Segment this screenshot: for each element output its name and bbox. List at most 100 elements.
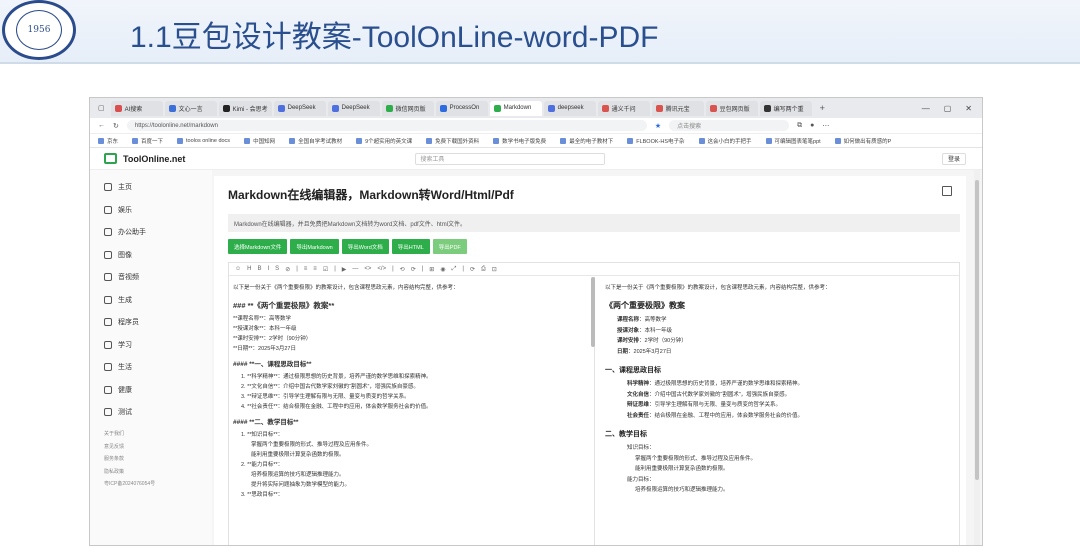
browser-tab[interactable]: AI搜索 — [110, 100, 163, 116]
export-button[interactable]: 导出PDF — [432, 239, 467, 254]
bookmark-item[interactable]: 最全的电子教材下 — [560, 137, 613, 145]
toolbar-button[interactable]: ⊡ — [492, 266, 497, 273]
maximize-icon[interactable]: ▢ — [944, 104, 952, 113]
export-button[interactable]: 选择Markdown文件 — [228, 239, 288, 254]
preview-line: 培养极限运算的技巧和逻辑推理能力。 — [635, 487, 729, 493]
toolbar-button[interactable]: <> — [364, 266, 371, 272]
browser-tab[interactable]: 文心一言 — [164, 100, 217, 116]
export-button[interactable]: 导出HTML — [391, 239, 430, 254]
back-icon[interactable]: ← — [98, 122, 105, 129]
toolbar-button[interactable]: ⊘ — [285, 266, 290, 273]
export-button[interactable]: 导出Word文档 — [341, 239, 389, 254]
toolbar-button[interactable]: ⟲ — [400, 266, 405, 273]
toolbar-button[interactable]: | — [422, 266, 424, 272]
share-icon[interactable] — [942, 186, 952, 196]
browser-search-input[interactable]: 点击搜索 — [669, 120, 790, 131]
sidebar-item[interactable]: 程序员 — [90, 311, 212, 334]
source-scrollbar[interactable] — [591, 277, 595, 347]
sidebar-item[interactable]: 音视频 — [90, 266, 212, 289]
toolbar-button[interactable]: ☑ — [323, 266, 328, 273]
refresh-icon[interactable]: ↻ — [113, 122, 119, 130]
source-line: 能利用重要极限计算复杂函数的极限。 — [251, 452, 345, 458]
toolbar-button[interactable]: ⎙ — [481, 266, 486, 273]
browser-tab[interactable]: Kimi - 会思考 — [218, 100, 272, 116]
toolbar-button[interactable]: S — [275, 266, 279, 272]
browser-tab[interactable]: Markdown — [489, 100, 542, 116]
site-name[interactable]: ToolOnline.net — [123, 154, 185, 164]
toolbar-button[interactable]: | — [392, 266, 394, 272]
minimize-icon[interactable]: — — [922, 104, 930, 113]
toolbar-button[interactable]: — — [352, 266, 358, 272]
browser-tab[interactable]: DeepSeek — [273, 100, 326, 116]
bookmark-item[interactable]: toolos online docs — [177, 137, 230, 144]
bookmark-item[interactable]: 中国知网 — [244, 137, 275, 145]
preview-key: 课时安排 — [617, 338, 640, 344]
toolbar-button[interactable]: B — [257, 266, 261, 272]
source-line: 1. **知识目标**： — [241, 432, 284, 438]
bookmark-item[interactable]: 京东 — [98, 137, 118, 145]
browser-tab[interactable]: deepseek — [543, 100, 596, 116]
footer-link[interactable]: 隐私政策 — [90, 465, 212, 478]
bookmark-item[interactable]: 免费下载国外资料 — [426, 137, 479, 145]
toolbar-button[interactable]: ⟳ — [470, 266, 475, 273]
toolbar-button[interactable]: ≡ — [313, 266, 317, 272]
window-menu-icon[interactable]: ▢ — [94, 104, 109, 112]
toolbar-button[interactable]: ◉ — [440, 266, 445, 273]
toolbar-button[interactable]: | — [296, 266, 298, 272]
toolbar-button[interactable]: ⟳ — [411, 266, 416, 273]
page-scrollbar[interactable] — [974, 170, 980, 545]
browser-tab[interactable]: 编写两个重 — [759, 100, 812, 116]
browser-tab[interactable]: 微信网页版 — [381, 100, 434, 116]
browser-tab[interactable]: 通义千问 — [597, 100, 650, 116]
sidebar-item[interactable]: 学习 — [90, 334, 212, 357]
sidebar-item[interactable]: 办公助手 — [90, 221, 212, 244]
sidebar-item[interactable]: 生成 — [90, 289, 212, 312]
toolbar-button[interactable]: | — [462, 266, 464, 272]
toolbar-button[interactable]: ⊞ — [429, 266, 434, 273]
bookmark-item[interactable]: 全国自学考试教材 — [289, 137, 342, 145]
bookmark-item[interactable]: 数学书电子版免费 — [493, 137, 546, 145]
more-menu-icon[interactable]: ⋯ — [822, 122, 829, 130]
url-field[interactable]: https://toolonline.net/markdown — [126, 120, 647, 131]
bookmark-item[interactable]: 可编辑图表笔笔ppt — [765, 137, 821, 145]
toolbar-button[interactable]: ≡ — [304, 266, 308, 272]
new-tab-button[interactable]: + — [814, 103, 831, 113]
bookmark-item[interactable]: 这会小白的手把手 — [698, 137, 752, 145]
bookmark-item[interactable]: 如何做出有质感的P — [834, 137, 891, 145]
browser-tab[interactable]: 豆包网页版 — [705, 100, 758, 116]
sidebar-item[interactable]: 测试 — [90, 401, 212, 424]
favorite-star-icon[interactable]: ★ — [655, 122, 661, 130]
close-icon[interactable]: ✕ — [965, 104, 972, 113]
browser-tab[interactable]: DeepSeek — [327, 100, 380, 116]
browser-tab[interactable]: 腾讯元宝 — [651, 100, 704, 116]
extensions-icon[interactable]: ⧉ — [797, 122, 802, 130]
bookmark-item[interactable]: FLBOOK-HS电子杂 — [627, 137, 685, 145]
sidebar-item[interactable]: 健康 — [90, 379, 212, 402]
toolbar-button[interactable]: I — [268, 266, 270, 272]
site-search-input[interactable]: 搜索工具 — [415, 152, 606, 165]
toolbar-button[interactable]: | — [334, 266, 336, 272]
footer-link[interactable]: 粤ICP备2024076054号 — [90, 478, 212, 491]
bookmark-label: 数学书电子版免费 — [502, 138, 547, 145]
toolbar-button[interactable]: ▶ — [342, 266, 347, 273]
toolbar-button[interactable]: </> — [377, 266, 386, 272]
bookmark-item[interactable]: 百度一下 — [132, 137, 163, 145]
sidebar-item[interactable]: 主页 — [90, 176, 212, 199]
footer-link[interactable]: 服务条款 — [90, 453, 212, 466]
sidebar-item[interactable]: 娱乐 — [90, 199, 212, 222]
footer-link[interactable]: 关于我们 — [90, 428, 212, 441]
sidebar-item[interactable]: 图像 — [90, 244, 212, 267]
toolbar-button[interactable]: H — [247, 266, 251, 272]
markdown-source-pane[interactable]: 以下是一份关于《两个重要极限》的教案设计，包含课程思政元素，内容结构完整，供参考… — [229, 277, 595, 545]
browser-tab[interactable]: ProcessOn — [435, 100, 488, 116]
footer-link[interactable]: 意见反馈 — [90, 440, 212, 453]
toolbar-button[interactable]: ☺ — [235, 266, 241, 272]
toolbar-button[interactable]: ⤢ — [452, 266, 457, 273]
bookmark-item[interactable]: 9个超实用的英文课 — [356, 137, 412, 145]
profile-avatar[interactable]: ● — [810, 122, 814, 129]
sidebar-item[interactable]: 生活 — [90, 356, 212, 379]
bookmark-icon — [834, 137, 841, 144]
export-button[interactable]: 导出Markdown — [290, 239, 339, 254]
tab-favicon-icon — [114, 104, 122, 112]
login-button[interactable]: 登录 — [941, 152, 966, 165]
